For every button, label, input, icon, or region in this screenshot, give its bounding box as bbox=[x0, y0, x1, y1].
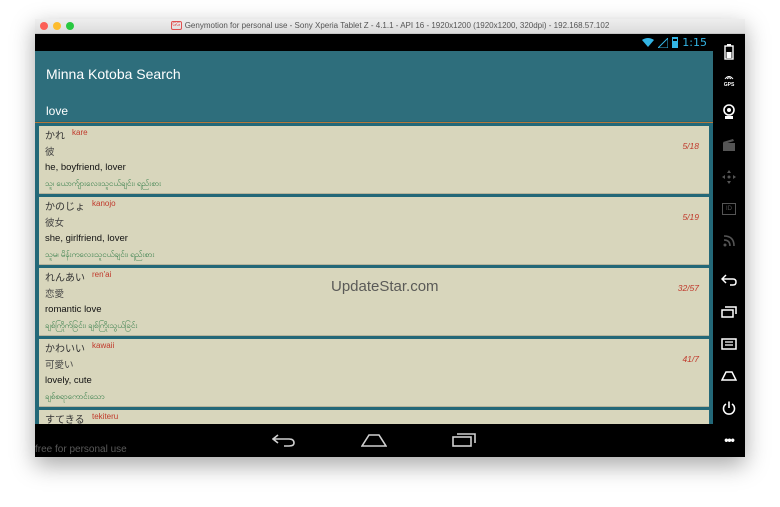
dpad-icon bbox=[722, 170, 736, 184]
result-lesson: 5/18 bbox=[682, 141, 699, 151]
more-options-icon: ••• bbox=[724, 433, 735, 447]
toolbar-back-button[interactable] bbox=[717, 269, 741, 291]
result-burmese: သူမ၊ မိန်းကလေး၊သူငယ်ချင်း၊ ရည်းစား bbox=[45, 250, 155, 259]
battery-icon bbox=[672, 37, 679, 48]
result-romaji: kare bbox=[72, 128, 88, 137]
window-title-text: Genymotion for personal use - Sony Xperi… bbox=[184, 21, 610, 30]
result-romaji: kawaii bbox=[92, 341, 115, 350]
back-button[interactable] bbox=[271, 430, 297, 450]
gps-tool-button[interactable]: GPS bbox=[717, 70, 741, 92]
result-burmese: ချစ်စရာကောင်းသော bbox=[45, 392, 105, 401]
device-id-tool-button[interactable]: ID bbox=[717, 198, 741, 220]
navigation-bar bbox=[35, 424, 713, 457]
window-titlebar: GG Genymotion for personal use - Sony Xpe… bbox=[35, 19, 745, 34]
result-card[interactable]: かれ kare 彼 he, boyfriend, lover သူ၊ ယောက်… bbox=[39, 126, 709, 194]
result-card[interactable]: かのじょ kanojo 彼女 she, girlfriend, lover သူ… bbox=[39, 197, 709, 265]
network-tool-button[interactable] bbox=[717, 230, 741, 252]
capture-tool-button[interactable] bbox=[717, 134, 741, 156]
toolbar-back-icon bbox=[721, 274, 737, 286]
webcam-icon bbox=[723, 104, 735, 119]
result-kana: かのじょ bbox=[45, 202, 85, 213]
toolbar-home-button[interactable] bbox=[717, 365, 741, 387]
clapperboard-icon bbox=[723, 139, 735, 151]
status-clock: 1:15 bbox=[682, 36, 707, 49]
app-content: Minna Kotoba Search かれ kare 彼 he, boyfri… bbox=[35, 51, 713, 424]
watermark-updatestar: UpdateStar.com bbox=[331, 278, 439, 295]
window-title: GG Genymotion for personal use - Sony Xpe… bbox=[35, 21, 745, 31]
back-icon bbox=[272, 434, 295, 447]
watermark-personal-use: free for personal use bbox=[35, 444, 127, 455]
toolbar-menu-icon bbox=[721, 338, 737, 350]
result-burmese: သူ၊ ယောက်ျားလေး၊သူငယ်ချင်း၊ ရည်းစား bbox=[45, 179, 162, 188]
status-bar: 1:15 bbox=[35, 34, 713, 51]
result-kanji: 恋愛 bbox=[45, 289, 65, 300]
app-title: Minna Kotoba Search bbox=[46, 66, 181, 82]
camera-tool-button[interactable] bbox=[717, 101, 741, 123]
gps-tool-label: GPS bbox=[723, 82, 735, 88]
result-kana: かわいい bbox=[45, 344, 85, 355]
genymotion-logo-icon: GG bbox=[170, 21, 182, 31]
search-underline bbox=[35, 122, 713, 123]
wifi-icon bbox=[642, 37, 655, 47]
recent-apps-icon bbox=[452, 433, 476, 447]
result-english: lovely, cute bbox=[45, 375, 92, 386]
toolbar-recent-apps-icon bbox=[721, 306, 737, 318]
result-romaji: kanojo bbox=[92, 199, 116, 208]
result-english: romantic love bbox=[45, 304, 102, 315]
result-kanji: 彼 bbox=[45, 147, 55, 158]
result-romaji: ren'ai bbox=[92, 270, 112, 279]
signal-icon bbox=[658, 37, 669, 48]
result-kana: すてきる bbox=[45, 415, 85, 424]
result-lesson: 32/57 bbox=[677, 283, 699, 293]
result-lesson: 5/19 bbox=[682, 212, 699, 222]
result-kanji: 彼女 bbox=[45, 218, 65, 229]
power-icon bbox=[722, 401, 736, 415]
toolbar-recent-apps-button[interactable] bbox=[717, 301, 741, 323]
emulator-window: GG Genymotion for personal use - Sony Xpe… bbox=[35, 19, 745, 457]
battery-tool-button[interactable] bbox=[717, 41, 741, 63]
result-kanji: 可愛い bbox=[45, 360, 74, 371]
result-card[interactable]: すてきる tekiteru bbox=[39, 410, 709, 424]
result-english: he, boyfriend, lover bbox=[45, 162, 126, 173]
action-bar: Minna Kotoba Search bbox=[35, 51, 713, 123]
battery-tool-icon bbox=[724, 44, 734, 60]
search-input[interactable] bbox=[46, 103, 686, 119]
status-icons: 1:15 bbox=[642, 35, 707, 50]
result-kana: れんあい bbox=[45, 273, 85, 284]
toolbar-power-button[interactable] bbox=[717, 397, 741, 419]
rss-icon bbox=[723, 235, 735, 247]
android-screen: 1:15 Minna Kotoba Search かれ kare 彼 he, b… bbox=[35, 34, 713, 457]
more-options-button[interactable]: ••• bbox=[717, 429, 741, 451]
recent-apps-button[interactable] bbox=[451, 430, 477, 450]
home-button[interactable] bbox=[361, 430, 387, 450]
results-list[interactable]: かれ kare 彼 he, boyfriend, lover သူ၊ ယောက်… bbox=[39, 126, 709, 424]
emulator-toolbar: GPS ID ••• bbox=[713, 34, 745, 457]
search-bar bbox=[35, 103, 713, 123]
toolbar-menu-button[interactable] bbox=[717, 333, 741, 355]
toolbar-home-icon bbox=[721, 371, 737, 381]
result-card[interactable]: かわいい kawaii 可愛い lovely, cute ချစ်စရာကောင… bbox=[39, 339, 709, 407]
home-icon bbox=[361, 434, 387, 447]
remote-control-tool-button[interactable] bbox=[717, 166, 741, 188]
device-id-icon: ID bbox=[722, 203, 736, 215]
result-kana: かれ bbox=[45, 131, 65, 142]
result-romaji: tekiteru bbox=[92, 412, 119, 421]
result-burmese: ချစ်ကြိုက်ခြင်း၊ ချစ်ကြိုးသွယ်ခြင်း bbox=[45, 321, 138, 330]
gps-tool-icon bbox=[724, 76, 734, 80]
result-english: she, girlfriend, lover bbox=[45, 233, 128, 244]
result-lesson: 41/7 bbox=[682, 354, 699, 364]
